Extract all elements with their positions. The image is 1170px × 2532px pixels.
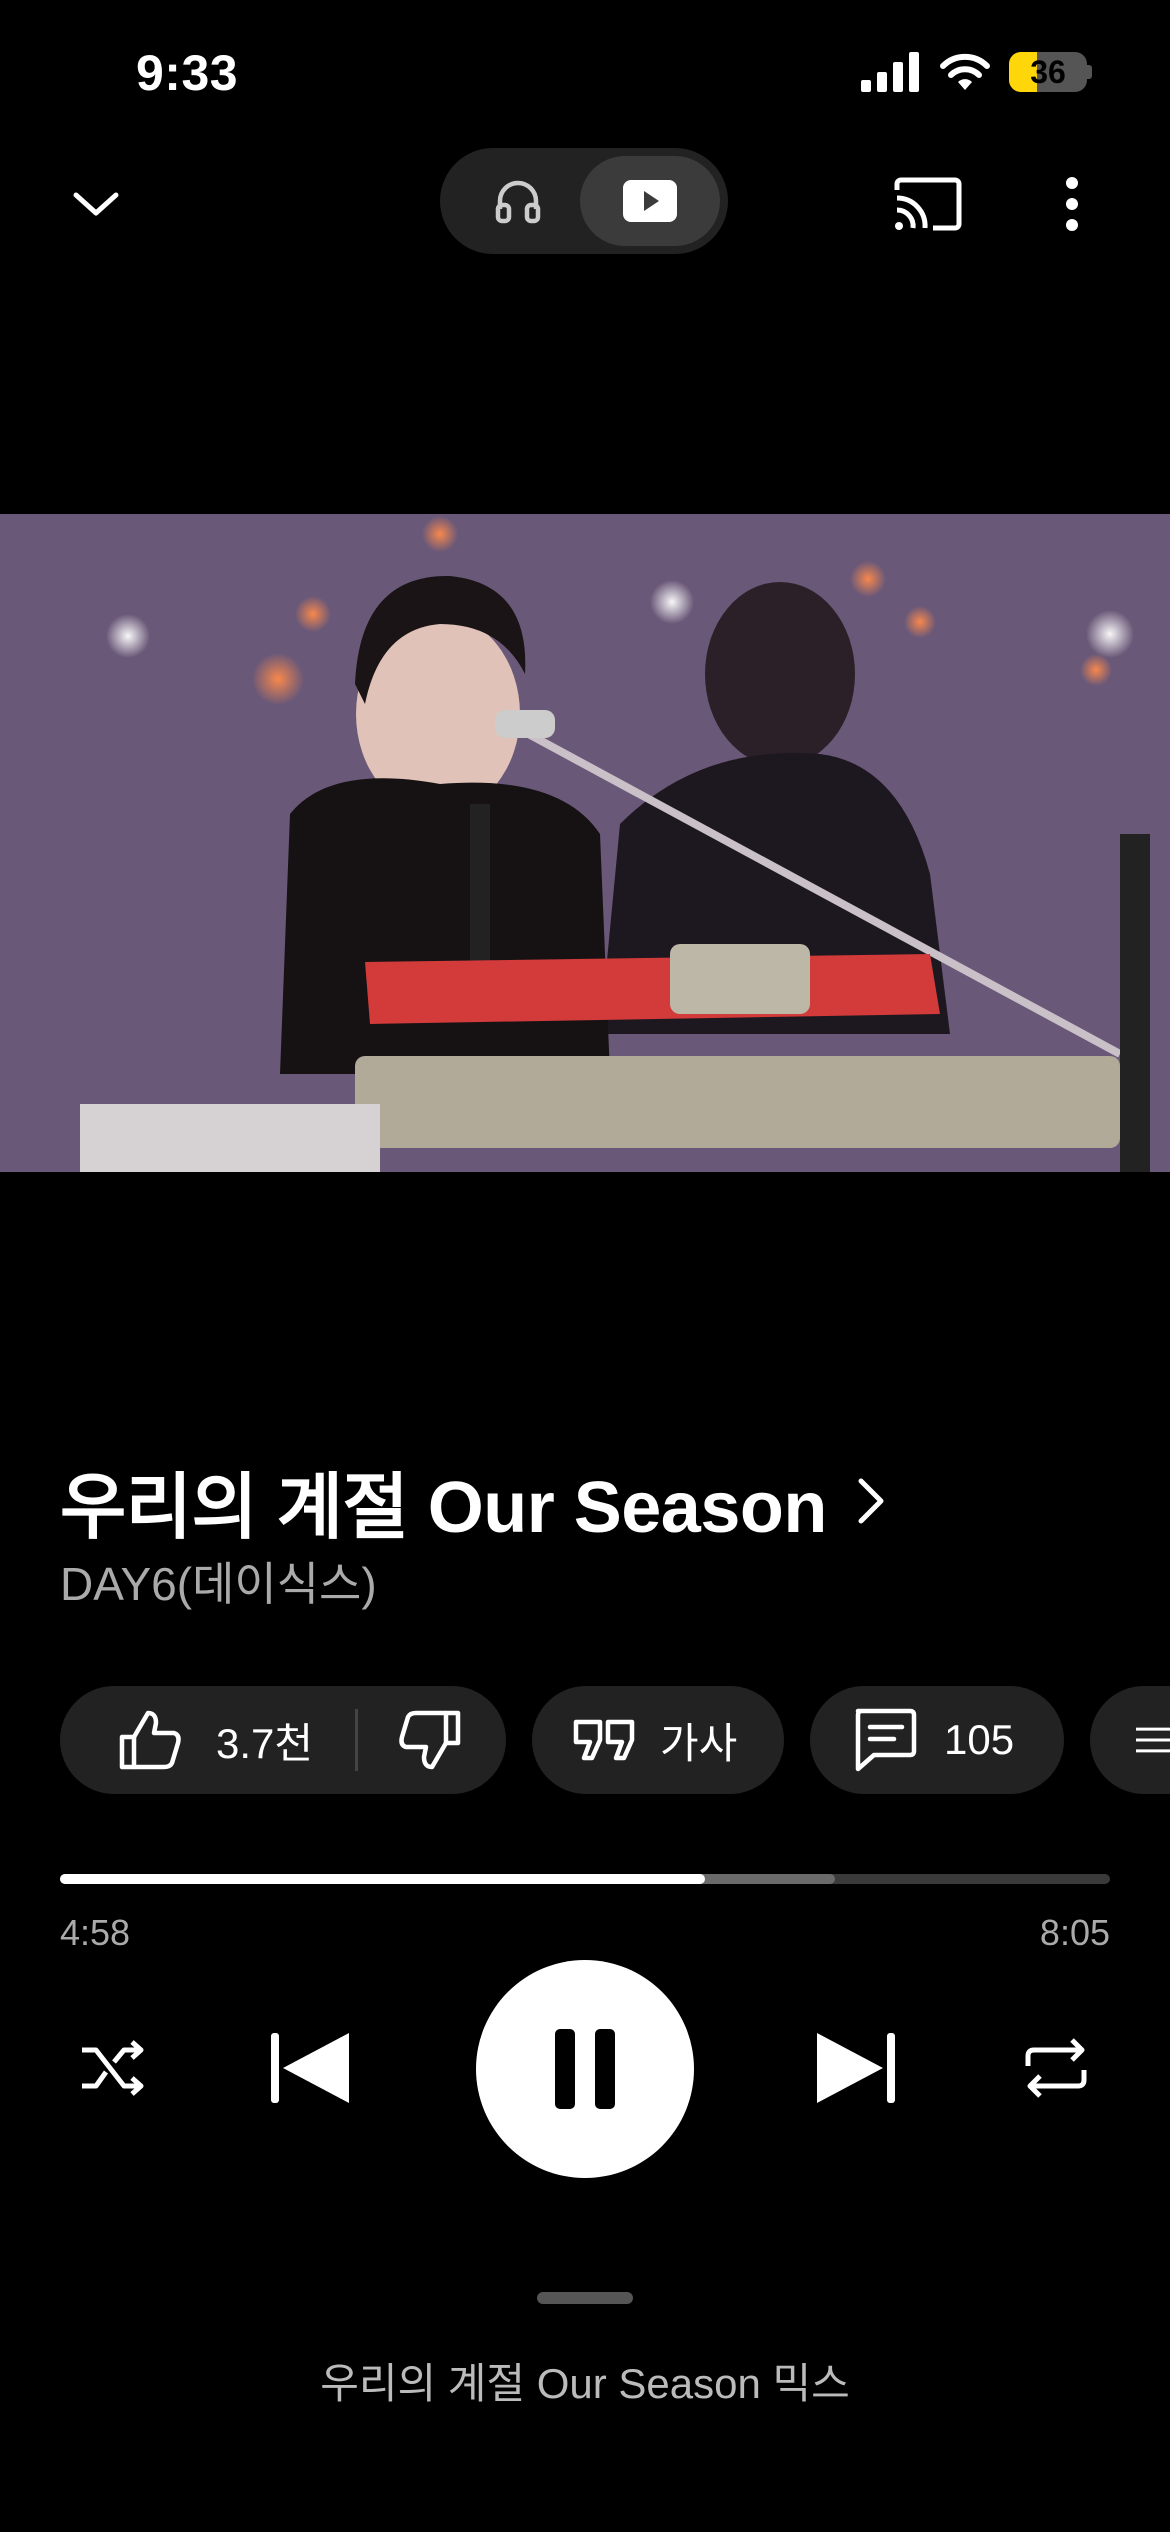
comments-count: 105 (944, 1716, 1015, 1763)
total-time: 8:05 (1039, 1912, 1110, 1953)
more-vertical-icon (1066, 177, 1078, 231)
video-play-icon (623, 180, 677, 222)
video-player[interactable] (0, 514, 1170, 1172)
thumbs-up-icon (119, 1710, 181, 1770)
chevron-right-icon (858, 1478, 884, 1523)
shuffle-icon (82, 2040, 144, 2096)
cast-button[interactable] (888, 166, 968, 242)
lyrics-label: 가사 (660, 1719, 738, 1767)
save-to-playlist-button[interactable] (1090, 1686, 1170, 1794)
thumbs-down-icon (399, 1710, 461, 1770)
wifi-icon (940, 53, 990, 90)
song-title-row[interactable]: 우리의 계절 Our Season (60, 1448, 885, 1553)
comments-button[interactable]: 105 (810, 1686, 1064, 1794)
collapse-button[interactable] (58, 166, 134, 242)
chevron-down-icon (73, 192, 119, 216)
artist-name[interactable]: DAY6(데이식스) (60, 1548, 377, 1614)
comment-icon (855, 1708, 917, 1772)
lyrics-button[interactable]: 가사 (532, 1686, 784, 1794)
more-options-button[interactable] (1040, 166, 1104, 242)
video-frame (0, 514, 1170, 1172)
song-title: 우리의 계절 Our Season (60, 1468, 827, 1548)
up-next-label[interactable]: 우리의 계절 Our Season 믹스 (0, 2350, 1170, 2411)
skip-previous-icon (271, 2033, 349, 2103)
dislike-button[interactable] (358, 1686, 502, 1794)
next-button[interactable] (808, 2024, 904, 2112)
cellular-signal-icon (861, 52, 919, 92)
previous-button[interactable] (262, 2024, 358, 2112)
current-time: 4:58 (60, 1912, 131, 1953)
audio-mode-button[interactable] (448, 156, 588, 246)
repeat-button[interactable] (1014, 2028, 1098, 2108)
playlist-add-icon (1136, 1727, 1170, 1753)
like-button[interactable]: 3.7천 (60, 1686, 313, 1794)
audio-video-toggle (440, 148, 728, 254)
drag-handle[interactable] (537, 2292, 633, 2304)
video-mode-button[interactable] (580, 156, 720, 246)
progress-played (60, 1874, 705, 1884)
pause-icon (555, 2029, 615, 2109)
skip-next-icon (817, 2033, 895, 2103)
progress-bar[interactable] (60, 1874, 1110, 1884)
quote-icon (573, 1719, 635, 1761)
repeat-icon (1025, 2038, 1087, 2098)
battery-indicator: 36 (1009, 52, 1092, 92)
like-count: 3.7천 (216, 1719, 314, 1767)
shuffle-button[interactable] (72, 2028, 152, 2108)
status-icons: 36 (861, 52, 1092, 92)
status-time: 9:33 (136, 45, 239, 101)
headphones-icon (495, 180, 541, 224)
cast-icon (894, 177, 962, 231)
like-dislike-chip: 3.7천 (60, 1686, 506, 1794)
battery-icon: 36 (1009, 52, 1087, 92)
pause-button[interactable] (476, 1960, 694, 2178)
